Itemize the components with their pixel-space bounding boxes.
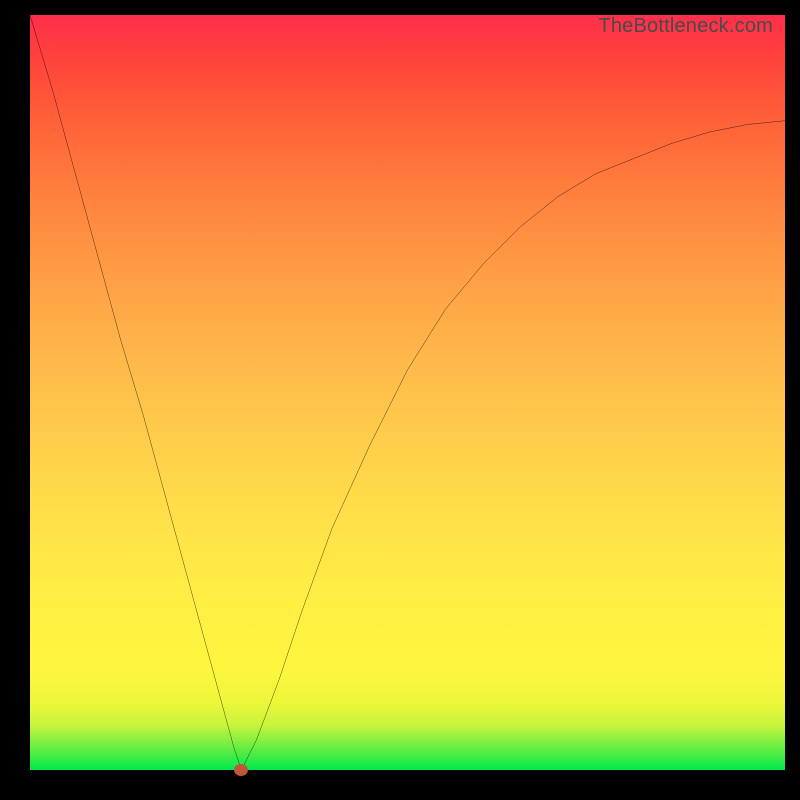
chart-frame: TheBottleneck.com: [0, 0, 800, 800]
plot-area: TheBottleneck.com: [30, 15, 785, 770]
bottleneck-curve: [30, 15, 785, 770]
curve-svg: [30, 15, 785, 770]
